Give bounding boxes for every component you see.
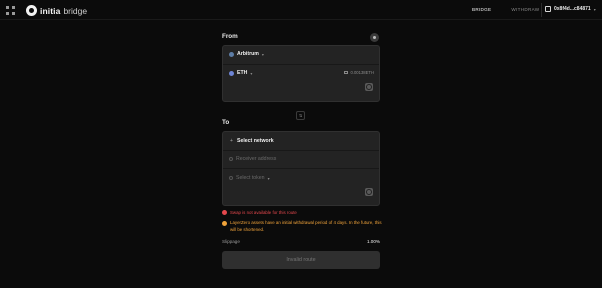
chevron-down-icon: ▾ (593, 6, 596, 12)
to-network-selector[interactable]: + Select network (229, 138, 274, 144)
chevron-down-icon: ▾ (250, 70, 253, 76)
warning-text: LayerZero assets have an initial withdra… (230, 220, 382, 232)
plus-icon: + (230, 137, 233, 144)
tab-bridge[interactable]: BRIDGE (462, 0, 501, 20)
route-error: Swap is not available for this route (222, 210, 297, 215)
submit-button[interactable]: Invalid route (222, 251, 380, 269)
warning-icon (222, 221, 227, 226)
error-icon (222, 210, 227, 215)
card-divider (223, 64, 379, 65)
slippage-value[interactable]: 1.00% (367, 239, 380, 244)
slippage-label: Slippage (222, 239, 240, 244)
from-chain-name: Arbitrum (237, 51, 259, 57)
logo-subtitle: bridge (63, 5, 88, 16)
apps-grid-icon[interactable] (6, 6, 15, 15)
settings-gear-icon[interactable] (370, 33, 379, 42)
header-divider (0, 19, 602, 20)
token-icon (229, 176, 233, 180)
withdrawal-warning: LayerZero assets have an initial withdra… (222, 220, 382, 233)
eth-icon (229, 70, 234, 76)
to-label: To (222, 119, 230, 126)
logo-text: initia (40, 5, 61, 16)
swap-direction-icon[interactable]: ⇅ (296, 111, 305, 120)
to-amount-toggle[interactable] (365, 188, 373, 196)
error-text: Swap is not available for this route (230, 210, 297, 215)
wallet-icon (344, 71, 349, 74)
to-asset-placeholder: Select token (236, 175, 265, 181)
from-card: Arbitrum ▾ ETH ▾ 0.00138ETH (222, 45, 380, 102)
arbitrum-icon (229, 51, 234, 57)
initia-logo-icon (26, 5, 37, 16)
from-label: From (222, 33, 238, 40)
from-amount-toggle[interactable] (365, 83, 373, 91)
from-balance[interactable]: 0.00138ETH (344, 70, 374, 75)
top-bar: initia bridge BRIDGE WITHDRAW 0x8f4d...c… (0, 0, 602, 22)
balance-value: 0.00138ETH (350, 70, 374, 75)
receiver-address-field[interactable]: Receiver address (229, 156, 276, 162)
card-divider (223, 168, 379, 169)
address-icon (229, 157, 233, 161)
tab-withdraw[interactable]: WITHDRAW (501, 0, 549, 20)
receiver-address-placeholder: Receiver address (236, 156, 277, 162)
to-network-placeholder: Select network (237, 138, 274, 144)
wallet-address: 0x8f4d...c84871 (554, 6, 591, 12)
from-asset-selector[interactable]: ETH ▾ (229, 70, 252, 76)
app-logo[interactable]: initia bridge (26, 5, 87, 16)
to-asset-selector[interactable]: Select token ▾ (229, 175, 270, 181)
wallet-icon (545, 6, 551, 12)
to-card: + Select network Receiver address Select… (222, 131, 380, 206)
chevron-down-icon: ▾ (267, 175, 270, 181)
slippage-row[interactable]: Slippage 1.00% (222, 239, 380, 244)
nav-divider (541, 3, 542, 17)
wallet-button[interactable]: 0x8f4d...c84871 ▾ (545, 6, 596, 12)
from-asset-name: ETH (237, 70, 248, 76)
chevron-down-icon: ▾ (261, 51, 264, 57)
from-chain-selector[interactable]: Arbitrum ▾ (229, 51, 264, 57)
card-divider (223, 150, 379, 151)
